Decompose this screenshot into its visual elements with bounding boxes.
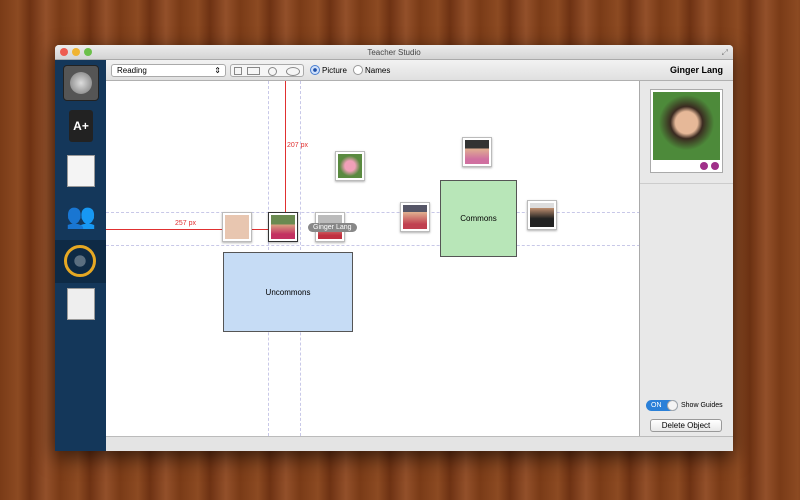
sidebar-item-students[interactable]: 👥: [63, 198, 99, 234]
delete-object-button[interactable]: Delete Object: [650, 419, 722, 432]
inspector-panel: ON Show Guides Delete Object: [640, 81, 733, 436]
small-square-shape-button[interactable]: [234, 67, 242, 75]
bottom-bar: [106, 436, 733, 451]
student-photo[interactable]: [527, 200, 557, 230]
title-bar: Teacher Studio ⤢: [55, 45, 733, 60]
attendance-icon: [67, 155, 95, 187]
rotate-left-icon[interactable]: [700, 162, 708, 170]
sidebar-item-settings[interactable]: [63, 65, 99, 101]
sidebar-item-gradebook[interactable]: A+: [63, 108, 99, 144]
uncommons-label: Uncommons: [265, 287, 311, 297]
measure-label-vertical: 207 px: [287, 142, 309, 149]
window-title: Teacher Studio: [367, 48, 421, 57]
student-photo-image: [653, 92, 720, 160]
selected-student-name: Ginger Lang: [669, 65, 723, 75]
show-guides-toggle[interactable]: ON: [646, 400, 678, 411]
chevron-updown-icon: ⇕: [214, 66, 221, 75]
student-photo-selected[interactable]: [268, 212, 298, 242]
rotate-right-icon[interactable]: [711, 162, 719, 170]
show-guides-label: Show Guides: [681, 402, 723, 409]
measure-line-vertical: [285, 81, 286, 212]
sidebar-item-attendance[interactable]: [63, 153, 99, 189]
circle-shape-button[interactable]: [268, 67, 277, 76]
toggle-state: ON: [651, 402, 662, 409]
student-name-tooltip: Ginger Lang: [308, 223, 357, 232]
sidebar-item-reports[interactable]: [63, 286, 99, 322]
student-photo[interactable]: [400, 202, 430, 232]
gradebook-icon: A+: [69, 110, 93, 142]
subject-select[interactable]: Reading ⇕: [111, 64, 226, 77]
rectangle-shape-button[interactable]: [247, 67, 260, 75]
student-photo[interactable]: [335, 151, 365, 181]
names-radio-label: Names: [365, 66, 391, 75]
zoom-button[interactable]: [84, 48, 92, 56]
names-radio[interactable]: [353, 65, 363, 75]
reports-icon: [67, 288, 95, 320]
student-photo[interactable]: [222, 212, 252, 242]
minimize-button[interactable]: [72, 48, 80, 56]
seating-canvas[interactable]: 207 px 257 px Commons Uncommons Ginger L…: [106, 81, 640, 436]
guide-horizontal: [106, 245, 639, 246]
picture-radio[interactable]: [310, 65, 320, 75]
uncommons-area[interactable]: Uncommons: [223, 252, 353, 332]
guide-horizontal: [106, 212, 639, 213]
divider: [640, 183, 733, 184]
sidebar: A+ 👥: [55, 60, 106, 451]
toolbar: Reading ⇕ Picture Names Ginger Lang: [106, 60, 733, 81]
measure-label-horizontal: 257 px: [175, 220, 197, 227]
student-photo-large[interactable]: [650, 89, 723, 173]
commons-label: Commons: [460, 214, 497, 223]
picture-radio-label: Picture: [322, 66, 347, 75]
delete-object-label: Delete Object: [661, 421, 711, 430]
fullscreen-icon[interactable]: ⤢: [722, 45, 728, 60]
gear-icon: [70, 72, 92, 94]
oval-shape-button[interactable]: [286, 67, 300, 76]
toggle-knob: [667, 400, 678, 411]
commons-area[interactable]: Commons: [440, 180, 517, 257]
app-window: Teacher Studio ⤢ A+ 👥 Reading ⇕ Picture N…: [55, 45, 733, 451]
close-button[interactable]: [60, 48, 68, 56]
sidebar-item-seating-chart[interactable]: [55, 240, 106, 283]
subject-value: Reading: [117, 66, 147, 75]
people-icon: 👥: [66, 202, 96, 230]
student-photo[interactable]: [462, 137, 492, 167]
shape-picker: [230, 64, 304, 77]
seating-icon: [64, 245, 96, 277]
